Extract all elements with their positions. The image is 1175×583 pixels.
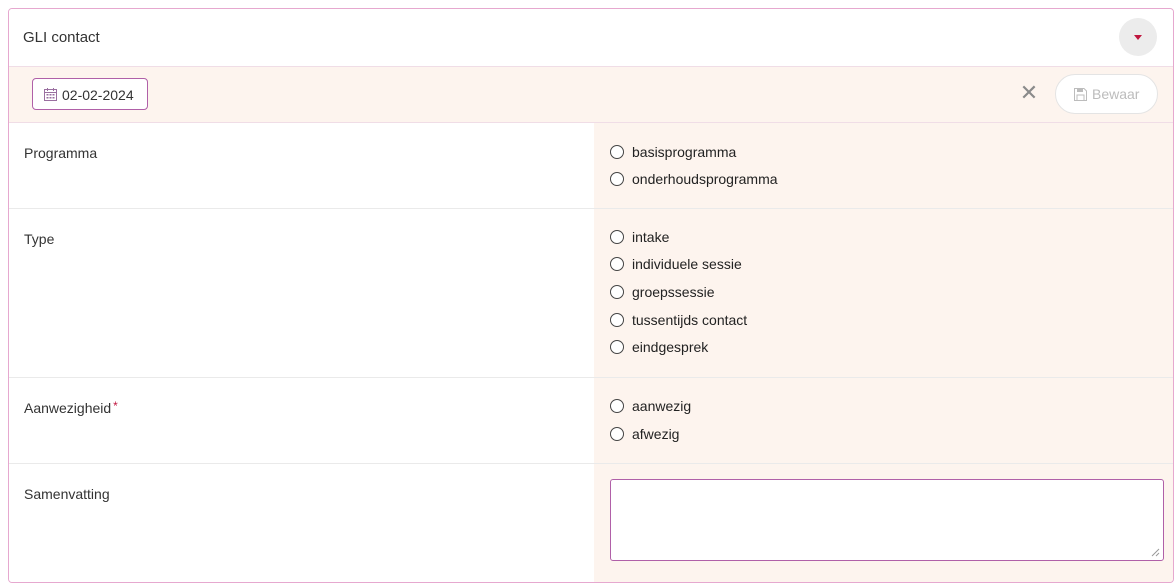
- gli-contact-panel: GLI contact 02-02-2024 ✕ Bewaar Programm…: [8, 8, 1174, 583]
- programma-label: Programma: [24, 145, 98, 161]
- radio-circle[interactable]: [610, 230, 624, 244]
- programma-row: Programma basisprogramma onderhoudsprogr…: [9, 123, 1173, 209]
- radio-label: onderhoudsprogramma: [632, 171, 778, 187]
- radio-label: afwezig: [632, 426, 680, 442]
- samenvatting-cell: [594, 464, 1173, 582]
- toolbar: 02-02-2024 ✕ Bewaar: [9, 67, 1173, 123]
- radio-circle[interactable]: [610, 427, 624, 441]
- radio-circle[interactable]: [610, 313, 624, 327]
- aanwezigheid-label-cell: Aanwezigheid *: [9, 378, 594, 463]
- samenvatting-label: Samenvatting: [24, 486, 110, 502]
- date-field[interactable]: 02-02-2024: [32, 78, 148, 110]
- aanwezigheid-options: aanwezig afwezig: [594, 378, 1173, 463]
- aanwezigheid-label: Aanwezigheid *: [24, 399, 118, 416]
- radio-circle[interactable]: [610, 145, 624, 159]
- type-row: Type intake individuele sessie groepsses…: [9, 209, 1173, 378]
- type-label-cell: Type: [9, 209, 594, 377]
- close-icon[interactable]: ✕: [1017, 81, 1041, 105]
- radio-label: eindgesprek: [632, 339, 709, 355]
- radio-circle[interactable]: [610, 257, 624, 271]
- save-button[interactable]: Bewaar: [1055, 74, 1158, 114]
- radio-label: basisprogramma: [632, 144, 737, 160]
- radio-label: individuele sessie: [632, 256, 742, 272]
- type-options: intake individuele sessie groepssessie t…: [594, 209, 1173, 377]
- samenvatting-textarea[interactable]: [610, 479, 1164, 561]
- floppy-disk-icon: [1074, 88, 1087, 101]
- required-marker: *: [113, 399, 118, 413]
- programma-label-cell: Programma: [9, 123, 594, 208]
- radio-label: groepssessie: [632, 284, 715, 300]
- save-label: Bewaar: [1092, 86, 1140, 102]
- aanwezigheid-label-text: Aanwezigheid: [24, 400, 112, 416]
- panel-title: GLI contact: [23, 29, 100, 46]
- date-value: 02-02-2024: [62, 87, 134, 103]
- radio-circle[interactable]: [610, 285, 624, 299]
- calendar-icon: [44, 88, 57, 101]
- type-label: Type: [24, 231, 55, 247]
- radio-label: aanwezig: [632, 398, 692, 414]
- panel-header: GLI contact: [9, 9, 1173, 67]
- programma-options: basisprogramma onderhoudsprogramma: [594, 123, 1173, 208]
- radio-label: tussentijds contact: [632, 312, 748, 328]
- radio-circle[interactable]: [610, 172, 624, 186]
- samenvatting-row: Samenvatting: [9, 464, 1173, 582]
- resize-grip-icon[interactable]: [1150, 547, 1160, 557]
- aanwezigheid-row: Aanwezigheid * aanwezig afwezig: [9, 378, 1173, 464]
- radio-circle[interactable]: [610, 340, 624, 354]
- samenvatting-label-cell: Samenvatting: [9, 464, 594, 582]
- collapse-button[interactable]: [1119, 18, 1157, 56]
- caret-down-icon: [1134, 35, 1142, 40]
- radio-circle[interactable]: [610, 399, 624, 413]
- radio-label: intake: [632, 229, 670, 245]
